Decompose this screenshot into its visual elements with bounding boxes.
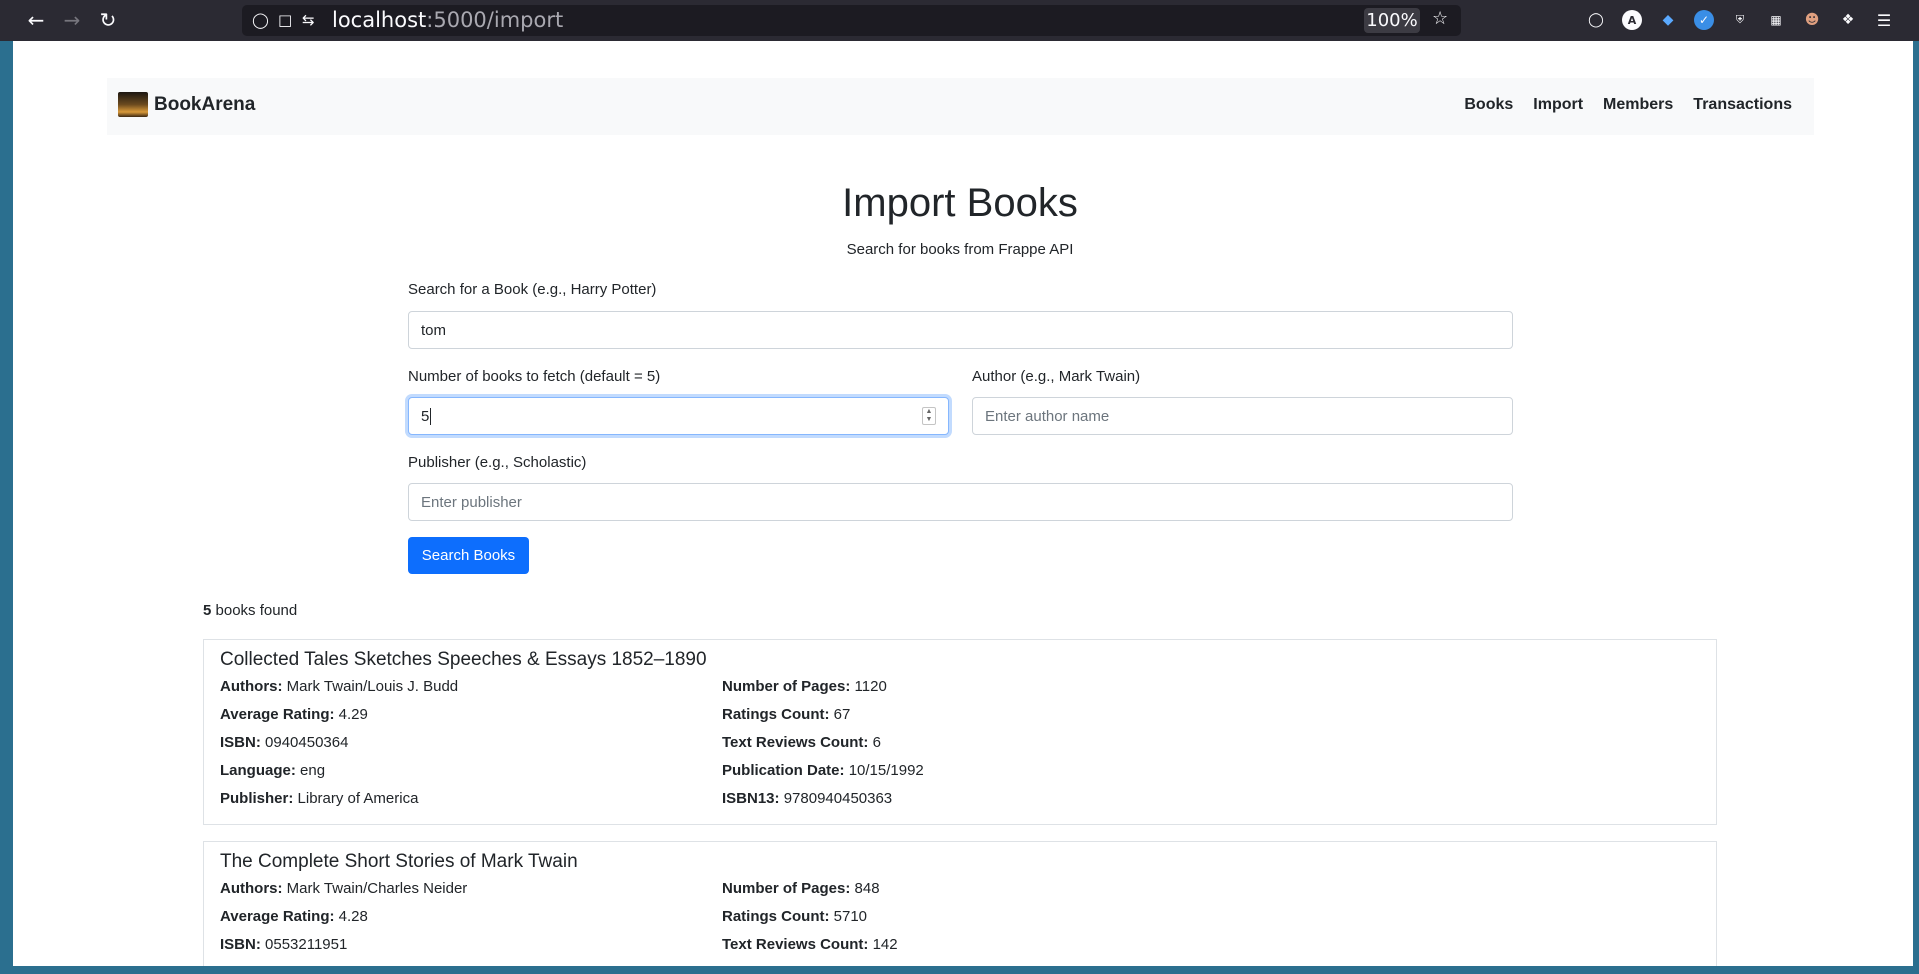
page-subtitle: Search for books from Frappe API <box>846 241 1074 258</box>
results-count-number: 5 <box>203 602 212 619</box>
permissions-icon[interactable]: ⇆ <box>302 11 315 29</box>
results-count-suffix: books found <box>215 602 298 619</box>
book-authors: Authors: Mark Twain/Louis J. Budd <box>220 678 459 695</box>
nav-link-transactions[interactable]: Transactions <box>1693 96 1792 114</box>
book-title: Collected Tales Sketches Speeches & Essa… <box>220 649 707 670</box>
site-navbar: BookArena Books Import Members Transacti… <box>107 78 1814 135</box>
number-spinner-icon[interactable]: ▲ ▼ <box>922 407 936 425</box>
forward-icon[interactable]: → <box>54 2 90 38</box>
book-text-reviews-count: Text Reviews Count: 6 <box>722 734 881 751</box>
search-books-button[interactable]: Search Books <box>408 537 529 574</box>
book-isbn: ISBN: 0940450364 <box>220 734 349 751</box>
browser-toolbar: ← → ↻ ◯ □ ⇆ localhost:5000/import 100% ☆… <box>0 0 1919 41</box>
book-isbn: ISBN: 0553211951 <box>220 936 348 953</box>
url-bar[interactable]: ◯ □ ⇆ localhost:5000/import 100% ☆ <box>242 5 1461 36</box>
container-extension-icon[interactable]: ▦ <box>1766 10 1786 30</box>
book-average-rating: Average Rating: 4.29 <box>220 706 368 723</box>
search-input-value: tom <box>421 321 447 339</box>
book-average-rating: Average Rating: 4.28 <box>220 908 368 925</box>
author-placeholder: Enter author name <box>985 407 1110 425</box>
page-icon[interactable]: □ <box>278 11 292 29</box>
shield-icon[interactable]: ◯ <box>252 11 269 29</box>
publisher-label: Publisher (e.g., Scholastic) <box>408 454 587 471</box>
brand-text: BookArena <box>154 93 256 115</box>
book-authors: Authors: Mark Twain/Charles Neider <box>220 880 468 897</box>
book-ratings-count: Ratings Count: 67 <box>722 706 851 723</box>
publisher-placeholder: Enter publisher <box>421 493 522 511</box>
brand[interactable]: BookArena <box>118 92 255 117</box>
book-num-pages: Number of Pages: 1120 <box>722 678 887 695</box>
book-text-reviews-count: Text Reviews Count: 142 <box>722 936 898 953</box>
nav-link-books[interactable]: Books <box>1464 96 1513 114</box>
page-viewport: BookArena Books Import Members Transacti… <box>13 41 1913 966</box>
nav-link-import[interactable]: Import <box>1533 96 1583 114</box>
count-input-value: 5 <box>421 407 430 425</box>
book-publication-date: Publication Date: 10/15/1992 <box>722 762 924 779</box>
book-language: Language: eng <box>220 762 326 779</box>
extensions-puzzle-icon[interactable]: ❖ <box>1838 10 1858 30</box>
results-count: 5 books found <box>203 602 297 619</box>
author-label: Author (e.g., Mark Twain) <box>972 368 1141 385</box>
book-title: The Complete Short Stories of Mark Twain <box>220 851 578 872</box>
book-card: Collected Tales Sketches Speeches & Essa… <box>203 639 1717 825</box>
book-num-pages: Number of Pages: 848 <box>722 880 880 897</box>
bookmark-star-icon[interactable]: ☆ <box>1432 8 1448 29</box>
author-input[interactable]: Enter author name <box>972 397 1513 435</box>
gem-extension-icon[interactable]: ◆ <box>1658 10 1678 30</box>
url-text[interactable]: localhost:5000/import <box>332 8 563 32</box>
publisher-input[interactable]: Enter publisher <box>408 483 1513 521</box>
search-input[interactable]: tom <box>408 311 1513 349</box>
book-publisher: Publisher: Library of America <box>220 790 419 807</box>
profile-extension-icon[interactable]: ☻ <box>1802 10 1822 30</box>
book-isbn13: ISBN13: 9780940450363 <box>722 790 893 807</box>
page-title: Import Books <box>842 181 1078 225</box>
book-card: The Complete Short Stories of Mark Twain… <box>203 841 1717 966</box>
book-ratings-count: Ratings Count: 5710 <box>722 908 868 925</box>
search-label: Search for a Book (e.g., Harry Potter) <box>408 281 657 298</box>
bitwarden-icon[interactable]: ✓ <box>1694 10 1714 30</box>
nav-link-members[interactable]: Members <box>1603 96 1673 114</box>
count-input[interactable]: 5 ▲ ▼ <box>408 397 949 435</box>
count-label: Number of books to fetch (default = 5) <box>408 368 661 385</box>
back-icon[interactable]: ← <box>18 2 54 38</box>
account-icon[interactable]: A <box>1622 10 1642 30</box>
pocket-icon[interactable]: ◯ <box>1586 10 1606 30</box>
ublock-icon[interactable]: ⛨ <box>1730 10 1750 30</box>
menu-hamburger-icon[interactable]: ☰ <box>1874 10 1894 30</box>
reload-icon[interactable]: ↻ <box>90 2 126 38</box>
zoom-level[interactable]: 100% <box>1364 8 1420 33</box>
nav-links: Books Import Members Transactions <box>1464 96 1792 114</box>
brand-logo <box>118 92 148 117</box>
